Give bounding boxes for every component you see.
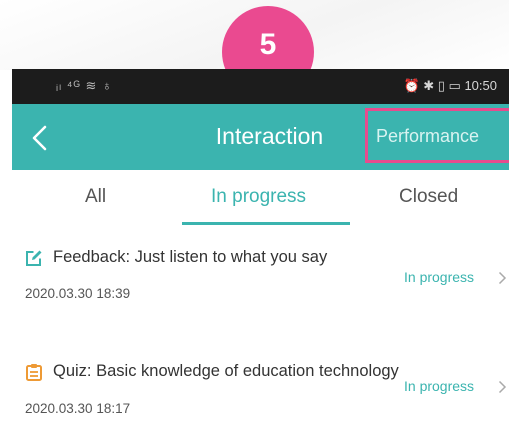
list-item[interactable]: Quiz: Basic knowledge of education techn… [12,335,509,445]
edit-icon [26,250,42,266]
list-item[interactable]: Feedback: Just listen to what you say 20… [12,225,509,336]
chevron-right-icon [498,380,507,394]
tab-all[interactable]: All [85,186,106,208]
status-label: In progress [404,269,475,285]
status-time: 10:50 [464,78,497,93]
item-title: Quiz: Basic knowledge of education techn… [53,362,399,380]
chevron-right-icon [498,271,507,285]
phone-screen: ᵢₗ ⁴ᴳ ≋ ♁ ⏰ ✱ ▯ ▭ 10:50 Interaction Perf… [12,69,509,445]
signal-wifi-icons: ᵢₗ ⁴ᴳ ≋ ♁ [56,78,113,93]
item-time: 2020.03.30 18:39 [25,286,131,301]
back-arrow-icon[interactable] [30,125,52,151]
status-icons: ⏰ ✱ ▯ ▭ [403,78,461,93]
item-time: 2020.03.30 18:17 [25,401,131,416]
tab-in-progress[interactable]: In progress [211,186,306,208]
tab-closed[interactable]: Closed [399,186,458,208]
page-title: Interaction [215,123,324,149]
status-label: In progress [404,378,475,394]
status-right: ⏰ ✱ ▯ ▭ 10:50 [403,78,497,94]
tab-bar: All In progress Closed [12,170,509,226]
status-bar: ᵢₗ ⁴ᴳ ≋ ♁ ⏰ ✱ ▯ ▭ 10:50 [12,69,509,104]
item-title: Feedback: Just listen to what you say [53,248,328,266]
step-number: 5 [259,28,277,61]
performance-button[interactable]: Performance [365,108,509,163]
nav-bar: Interaction Performance [12,104,509,170]
clipboard-icon [26,364,42,381]
